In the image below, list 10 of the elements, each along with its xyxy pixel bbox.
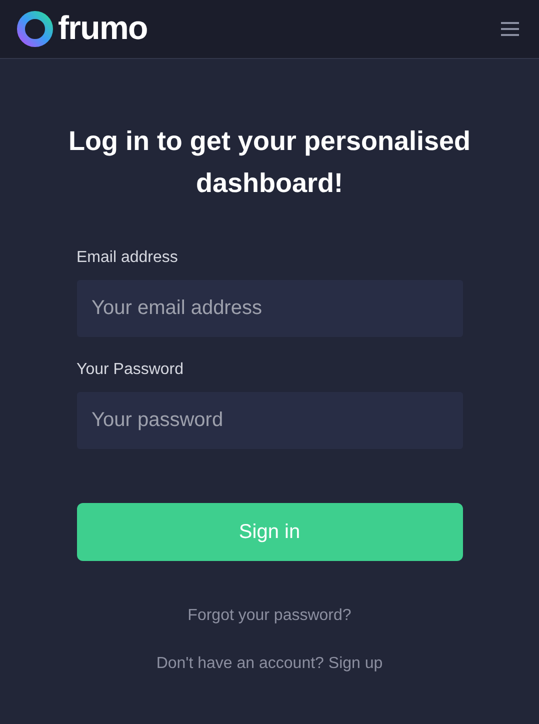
input-field[interactable]: Your password	[76, 392, 462, 449]
logo-text: frumo	[58, 10, 148, 48]
field-label: Email address	[76, 248, 179, 268]
input-field[interactable]: Your email address	[76, 280, 462, 337]
text-link[interactable]: Forgot your password?	[188, 606, 352, 626]
ring-logo-icon	[16, 10, 54, 48]
field-label: Your Password	[76, 360, 185, 380]
page-heading: Log in to get your personalised dashboard!	[67, 125, 472, 200]
menu-icon[interactable]	[499, 20, 521, 38]
text-link[interactable]: Don't have an account? Sign up	[156, 654, 383, 674]
